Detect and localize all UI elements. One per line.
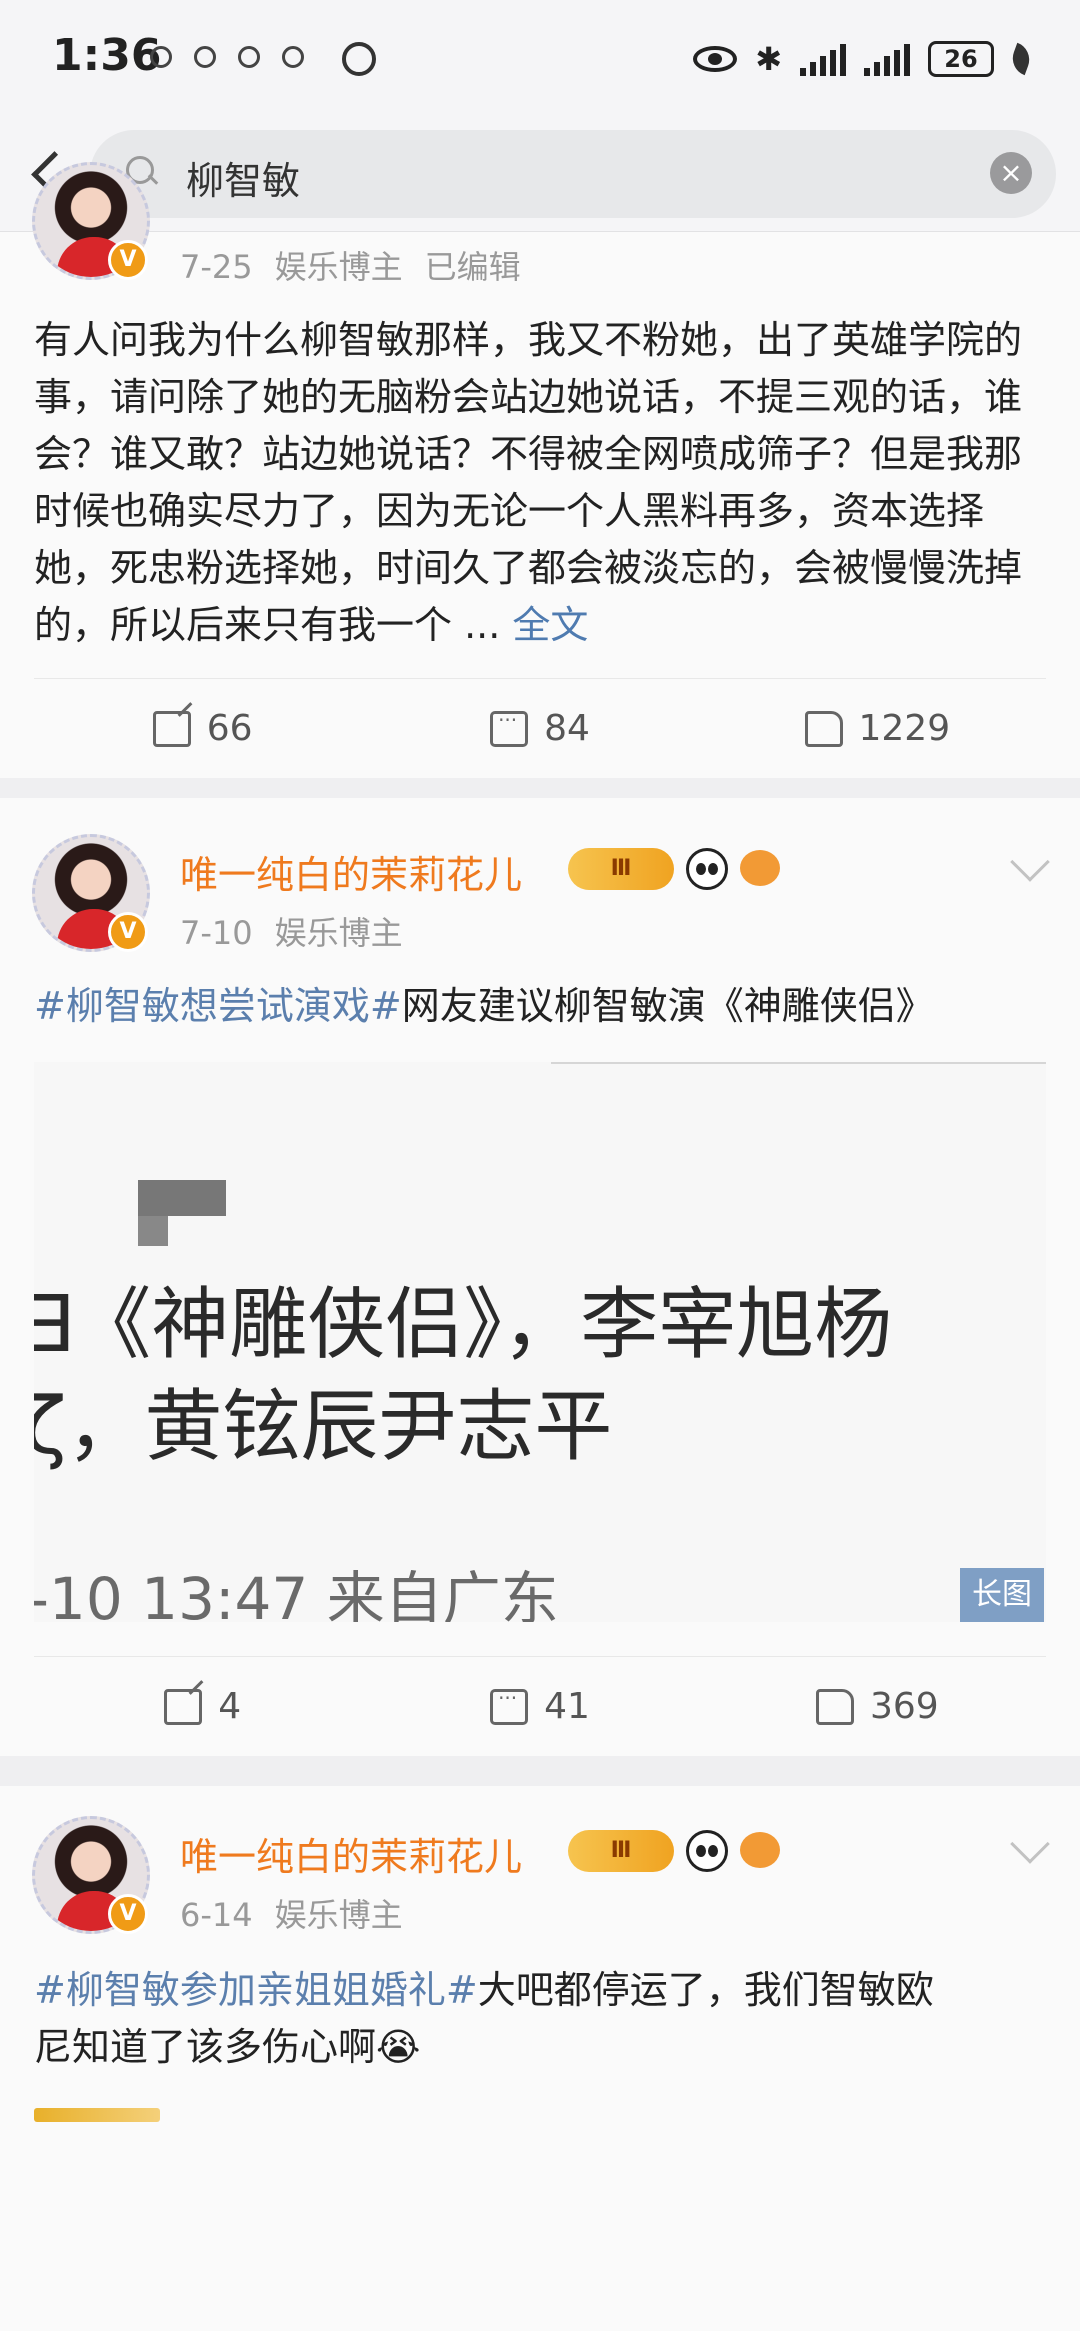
power-saving-icon [1007,42,1035,76]
notification-icon [194,46,216,68]
share-button[interactable]: 4 [34,1657,371,1756]
post-text[interactable]: #柳智敏参加亲姐姐婚礼#大吧都停运了，我们智敏欧 尼知道了该多伤心啊😭 [34,1962,1048,2076]
like-count: 1229 [858,708,951,749]
notification-icons [150,46,304,68]
search-header: 柳智敏 × [0,120,1080,232]
comment-count: 41 [544,1686,590,1727]
username[interactable]: 唯一纯白的茉莉花儿 [180,844,522,899]
thumbs-up-icon [815,1688,854,1725]
clear-search-button[interactable]: × [990,152,1032,194]
post-date: 7-25 [180,248,253,286]
image-divider [551,1062,1046,1064]
like-button[interactable]: 1229 [709,679,1046,778]
post-category: 娱乐博主 [274,248,403,286]
panda-icon [686,1830,728,1872]
status-bar: 1:36 ✱ 26 [0,0,1080,120]
hashtag-link[interactable]: #柳智敏参加亲姐姐婚礼# [34,1968,478,2012]
comment-icon [490,708,529,747]
username[interactable]: 唯一纯白的茉莉花儿 [180,1826,522,1881]
post-category: 娱乐博主 [274,914,403,952]
share-button[interactable]: 66 [34,679,371,778]
panda-icon [686,848,728,890]
system-indicators: ✱ 26 [693,40,1035,78]
vip-badge[interactable]: Ⅲ [568,1830,674,1872]
status-time: 1:36 [52,30,162,81]
image-text: ζ，黄铉辰尹志平 [34,1382,613,1472]
eye-comfort-icon [693,46,738,72]
edited-label: 已编辑 [424,248,521,286]
notification-icon [150,46,172,68]
notification-icon [282,46,304,68]
post-meta: 7-25 娱乐博主 已编辑 [180,242,543,288]
comment-button[interactable]: 41 [371,1657,708,1756]
long-image-badge: 长图 [960,1568,1044,1622]
mosaic-blur [138,1216,168,1246]
full-text-link[interactable]: 全文 [512,603,588,647]
signal-icon [800,42,846,76]
share-icon [164,1688,203,1725]
post-card[interactable]: V 唯一纯白的茉莉花儿 Ⅲ 6-14 娱乐博主 #柳智敏参加亲姐姐婚礼#大吧都停运… [0,1786,1080,2331]
post-text-content: 大吧都停运了，我们智敏欧 [477,1968,934,2012]
post-image[interactable]: ∃《神雕侠侣》，李宰旭杨 ζ，黄铉辰尹志平 -10 13:47 来自广东 [34,1062,1046,1622]
post-text[interactable]: #柳智敏想尝试演戏#网友建议柳智敏演《神雕侠侣》 [34,978,1048,1035]
post-text-content: 尼知道了该多伤心啊😭 [34,2025,421,2069]
post-card[interactable]: V 7-25 娱乐博主 已编辑 有人问我为什么柳智敏那样，我又不粉她，出了英雄学院的… [0,162,1080,778]
app-notification-icon [342,42,376,76]
comment-button[interactable]: 84 [371,679,708,778]
share-count: 4 [218,1686,242,1727]
verified-icon: V [108,912,148,952]
fish-icon [740,850,780,886]
search-input[interactable]: 柳智敏 × [90,130,1056,218]
search-query[interactable]: 柳智敏 [186,150,300,205]
post-category: 娱乐博主 [274,1896,403,1934]
like-count: 369 [869,1686,939,1727]
chevron-down-icon[interactable] [1010,1824,1050,1864]
post-text-content: 有人问我为什么柳智敏那样，我又不粉她，出了英雄学院的事，请问除了她的无脑粉会站边… [34,318,1023,647]
battery-indicator: 26 [928,41,994,77]
image-text: ∃《神雕侠侣》，李宰旭杨 [34,1280,893,1370]
post-actions: 4 41 369 [34,1656,1046,1756]
post-text[interactable]: 有人问我为什么柳智敏那样，我又不粉她，出了英雄学院的事，请问除了她的无脑粉会站边… [34,312,1048,654]
image-preview-edge [34,2108,160,2122]
thumbs-up-icon [804,710,843,747]
post-meta: 6-14 娱乐博主 [180,1890,425,1936]
comment-icon [490,1686,529,1725]
post-actions: 66 84 1229 [34,678,1046,778]
fish-icon [740,1832,780,1868]
post-date: 7-10 [180,914,253,952]
post-meta: 7-10 娱乐博主 [180,908,425,954]
post-date: 6-14 [180,1896,253,1934]
share-count: 66 [206,708,253,749]
verified-icon: V [108,1894,148,1934]
vip-badge[interactable]: Ⅲ [568,848,674,890]
post-text-content: 网友建议柳智敏演《神雕侠侣》 [401,984,934,1028]
comment-count: 84 [544,708,590,749]
post-card[interactable]: V 唯一纯白的茉莉花儿 Ⅲ 7-10 娱乐博主 #柳智敏想尝试演戏#网友建议柳智敏… [0,798,1080,1756]
chevron-down-icon[interactable] [1010,842,1050,882]
verified-icon: V [108,240,148,280]
share-icon [152,710,191,747]
notification-icon [238,46,260,68]
signal-icon [864,42,910,76]
hashtag-link[interactable]: #柳智敏想尝试演戏# [34,984,402,1028]
like-button[interactable]: 369 [709,1657,1046,1756]
bluetooth-icon: ✱ [755,40,782,78]
mosaic-blur [138,1180,226,1216]
image-text: -10 13:47 来自广东 [34,1565,559,1622]
